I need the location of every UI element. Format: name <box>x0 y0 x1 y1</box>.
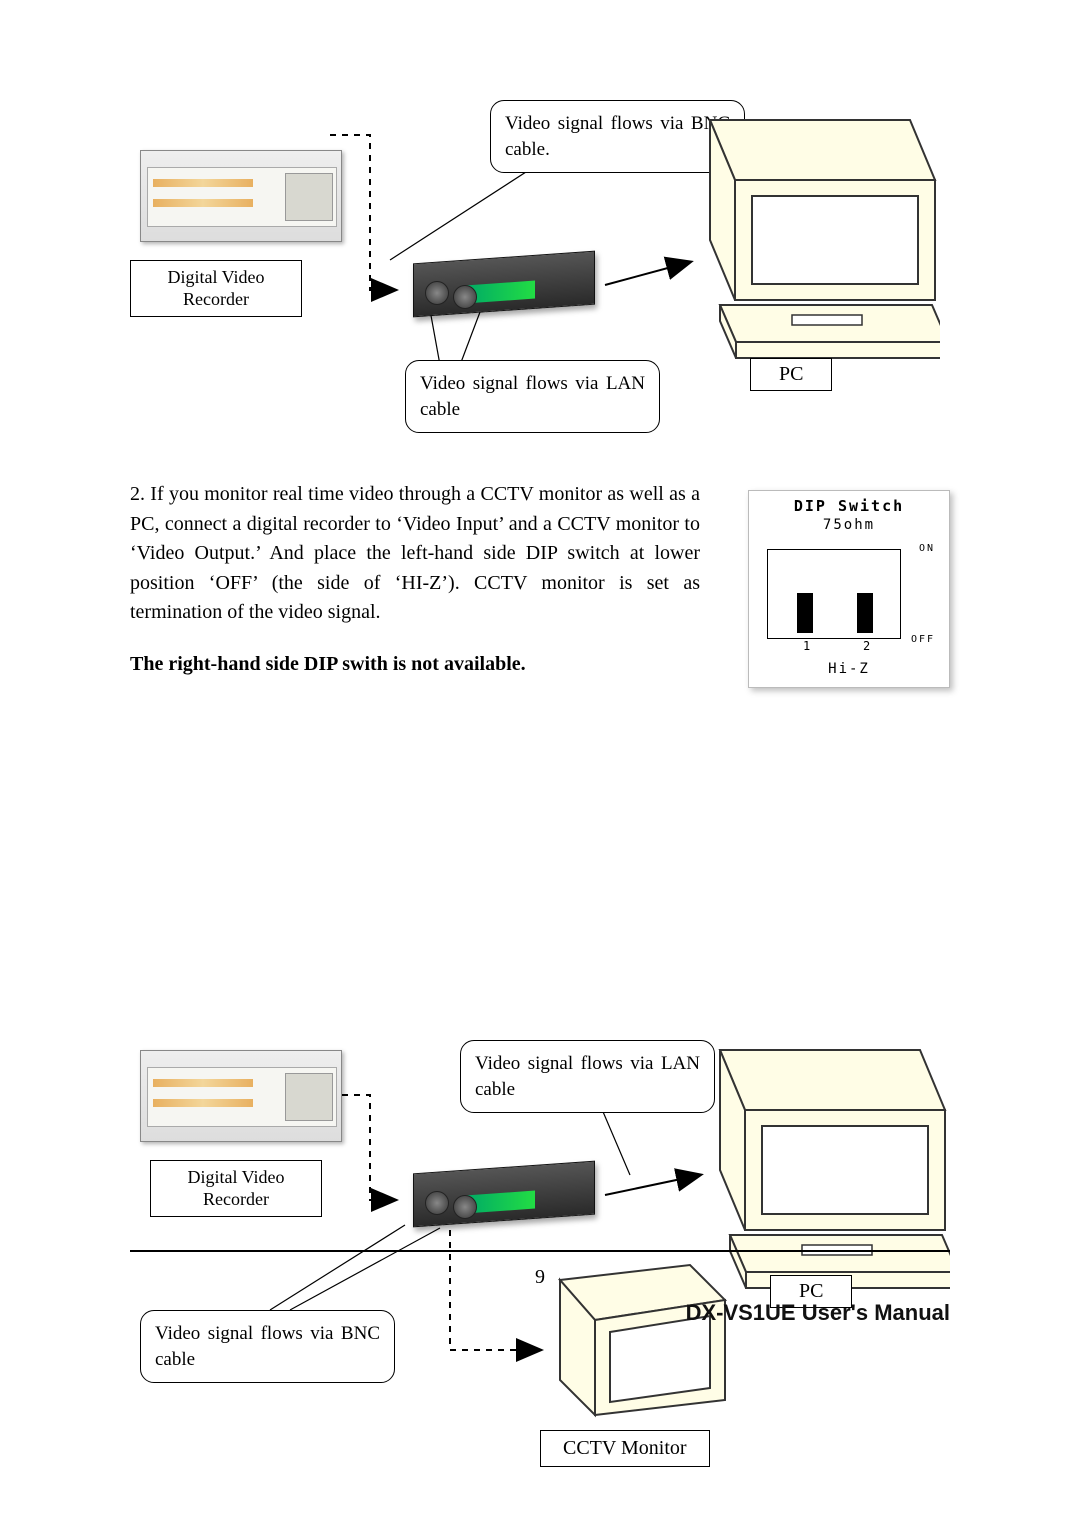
paragraph-bold: The right-hand side DIP swith is not ava… <box>130 650 700 680</box>
dvr-label-2: Digital Video Recorder <box>150 1160 322 1217</box>
videoserver-graphic-1 <box>395 245 615 321</box>
page-number: 9 <box>0 1266 1080 1289</box>
callout-lan-2: Video signal flows via LAN cable <box>460 1040 715 1113</box>
manual-title: DX-VS1UE User's Manual <box>686 1300 950 1326</box>
cctv-label: CCTV Monitor <box>540 1430 710 1467</box>
dvr-graphic-2 <box>140 1050 342 1142</box>
dip-switch-figure: DIP Switch 75ohm ON OFF 1 2 Hi-Z <box>748 490 950 688</box>
pc-graphic-1 <box>680 110 940 360</box>
content-area: Digital Video Recorder Video signal flow… <box>130 90 950 870</box>
dip-75ohm: 75ohm <box>749 517 949 539</box>
dip-on-label: ON <box>919 543 935 554</box>
diagram-2: Digital Video Recorder Video signal flow… <box>130 1040 950 1480</box>
callout-bnc-2: Video signal flows via BNC cable <box>140 1310 395 1383</box>
dip-hiz: Hi-Z <box>749 659 949 687</box>
pc-graphic-2 <box>690 1040 950 1290</box>
dvr-label-1: Digital Video Recorder <box>130 260 302 317</box>
paragraph-text: 2. If you monitor real time video throug… <box>130 480 700 628</box>
paragraph-block: 2. If you monitor real time video throug… <box>130 480 700 680</box>
dip-num-2: 2 <box>863 639 870 653</box>
footer-rule <box>130 1250 950 1252</box>
diagram-1: Digital Video Recorder Video signal flow… <box>130 90 950 430</box>
dip-num-1: 1 <box>803 639 810 653</box>
dvr-graphic-1 <box>140 150 342 242</box>
pc-label-1: PC <box>750 358 832 391</box>
callout-lan-1: Video signal flows via LAN cable <box>405 360 660 433</box>
dip-off-label: OFF <box>911 634 935 645</box>
videoserver-graphic-2 <box>395 1155 615 1231</box>
dip-title: DIP Switch <box>749 491 949 517</box>
page: Digital Video Recorder Video signal flow… <box>0 0 1080 1528</box>
